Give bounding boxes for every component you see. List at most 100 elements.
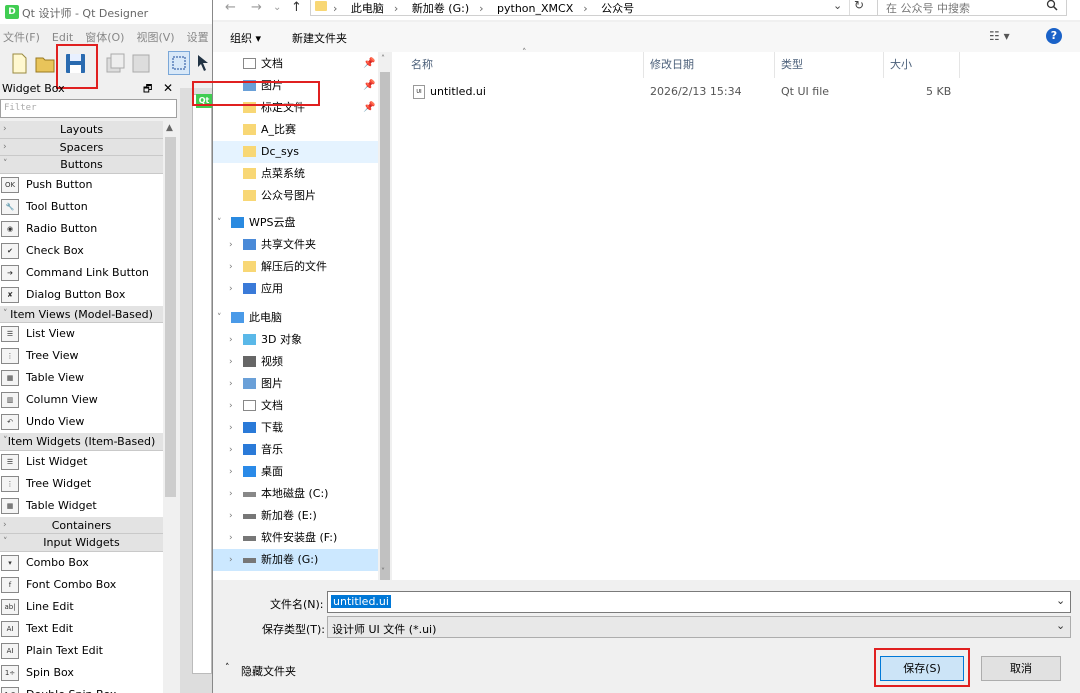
close-icon[interactable]: ✕ [163, 81, 173, 95]
widget-item[interactable]: ⋮ Tree View [0, 345, 163, 367]
widget-item[interactable]: ✔ Check Box [0, 240, 163, 262]
widget-item[interactable]: 1÷ Spin Box [0, 662, 163, 684]
widget-category[interactable]: › Layouts [0, 121, 163, 139]
recent-dropdown-icon[interactable]: ⌄ [273, 2, 281, 13]
menu-file[interactable]: 文件(F) [3, 29, 40, 45]
chevron-down-icon[interactable]: ⌄ [1056, 594, 1065, 607]
scroll-up-icon[interactable]: ▲ [166, 123, 173, 133]
search-icon[interactable] [1046, 0, 1058, 11]
chevron-right-icon[interactable]: › [229, 483, 233, 505]
chevron-right-icon[interactable]: › [229, 278, 233, 300]
widget-category[interactable]: › Spacers [0, 138, 163, 156]
widget-category[interactable]: ˅ Item Views (Model-Based) [0, 305, 163, 323]
widget-category[interactable]: ˅ Item Widgets (Item-Based) [0, 433, 163, 451]
nav-item[interactable]: › 本地磁盘 (C:) [213, 483, 378, 505]
widget-category[interactable]: ˅ Buttons [0, 156, 163, 174]
menu-form[interactable]: 窗体(O) [85, 29, 124, 45]
cancel-button[interactable]: 取消 [981, 656, 1061, 681]
form-window[interactable] [192, 94, 212, 674]
nav-item[interactable]: › 解压后的文件 [213, 256, 378, 278]
scroll-up-icon[interactable]: ˄ [381, 54, 385, 63]
nav-item[interactable]: A_比赛 [213, 119, 378, 141]
nav-item[interactable]: ˅ 此电脑 [213, 307, 378, 329]
widget-item[interactable]: ▾ Combo Box [0, 552, 163, 574]
widget-category[interactable]: › Containers [0, 516, 163, 534]
back-icon[interactable]: ← [225, 0, 236, 15]
paste-icon[interactable] [130, 51, 152, 75]
chevron-right-icon[interactable]: › [229, 527, 233, 549]
widget-category[interactable]: ˅ Input Widgets [0, 534, 163, 552]
widget-item[interactable]: f Font Combo Box [0, 574, 163, 596]
nav-item[interactable]: › 新加卷 (E:) [213, 505, 378, 527]
view-options-icon[interactable]: ☷ ▾ [989, 29, 1010, 43]
widget-item[interactable]: ◉ Radio Button [0, 218, 163, 240]
widget-item[interactable]: OK Push Button [0, 174, 163, 196]
chevron-right-icon[interactable]: › [229, 461, 233, 483]
nav-item[interactable]: Dc_sys [213, 141, 378, 163]
edit-widgets-icon[interactable] [168, 51, 190, 75]
widget-item[interactable]: AI Plain Text Edit [0, 640, 163, 662]
filename-input[interactable]: untitled.ui ⌄ [327, 591, 1071, 613]
nav-item[interactable]: › 音乐 [213, 439, 378, 461]
pin-icon[interactable]: 📌 [363, 53, 375, 75]
nav-item[interactable]: › 软件安装盘 (F:) [213, 527, 378, 549]
forward-icon[interactable]: → [251, 0, 262, 15]
hide-folders-button[interactable]: 隐藏文件夹 [241, 663, 296, 679]
chevron-down-icon[interactable]: ˅ [217, 212, 222, 234]
nav-item[interactable]: › 图片 [213, 373, 378, 395]
pin-icon[interactable]: 📌 [363, 75, 375, 97]
chevron-right-icon[interactable]: › [229, 505, 233, 527]
float-icon[interactable]: 🗗 [143, 82, 152, 99]
nav-item[interactable]: › 应用 [213, 278, 378, 300]
copy-icon[interactable] [104, 51, 126, 75]
widget-item[interactable]: ☰ List View [0, 323, 163, 345]
nav-item[interactable]: 点菜系统 [213, 163, 378, 185]
widget-item[interactable]: 🔧 Tool Button [0, 196, 163, 218]
widget-item[interactable]: 1.2 Double Spin Box [0, 684, 163, 693]
scrollbar-thumb[interactable] [165, 137, 176, 497]
nav-item[interactable]: › 视频 [213, 351, 378, 373]
nav-item[interactable]: 文档 📌 [213, 53, 378, 75]
nav-item[interactable]: › 桌面 [213, 461, 378, 483]
organize-button[interactable]: 组织 ▾ [230, 30, 261, 46]
widget-item[interactable]: ab| Line Edit [0, 596, 163, 618]
widget-item[interactable]: ↶ Undo View [0, 411, 163, 433]
chevron-right-icon[interactable]: › [229, 351, 233, 373]
nav-item[interactable]: › 文档 [213, 395, 378, 417]
menu-view[interactable]: 视图(V) [136, 29, 174, 45]
refresh-icon[interactable]: ↻ [854, 0, 864, 12]
widget-item[interactable]: ☰ List Widget [0, 451, 163, 473]
nav-item[interactable]: › 新加卷 (G:) [213, 549, 378, 571]
menu-settings[interactable]: 设置 [187, 29, 209, 45]
widget-item[interactable]: ▦ Table Widget [0, 495, 163, 517]
search-box[interactable]: 在 公众号 中搜索 [877, 0, 1067, 16]
up-icon[interactable]: ↑ [291, 0, 302, 15]
breadcrumb-item[interactable]: 新加卷 (G:) [412, 2, 469, 15]
nav-item[interactable]: 公众号图片 [213, 185, 378, 207]
widget-item[interactable]: ✘ Dialog Button Box [0, 284, 163, 306]
filetype-select[interactable]: 设计师 UI 文件 (*.ui) ⌄ [327, 616, 1071, 638]
nav-item[interactable]: › 下载 [213, 417, 378, 439]
chevron-right-icon[interactable]: › [229, 417, 233, 439]
chevron-down-icon[interactable]: ⌄ [1056, 619, 1065, 632]
address-bar[interactable]: › 此电脑 › 新加卷 (G:) › python_XMCX › 公众号 ⌄ ↻ [310, 0, 950, 16]
new-folder-button[interactable]: 新建文件夹 [292, 30, 347, 46]
pin-icon[interactable]: 📌 [363, 97, 375, 119]
widget-item[interactable]: ➔ Command Link Button [0, 262, 163, 284]
nav-scrollbar[interactable]: ˄ ˅ [378, 52, 392, 592]
file-name[interactable]: untitled.ui [430, 85, 486, 98]
widget-item[interactable]: ⋮ Tree Widget [0, 473, 163, 495]
chevron-up-icon[interactable]: ˄ [225, 663, 230, 673]
chevron-right-icon[interactable]: › [229, 373, 233, 395]
open-folder-icon[interactable] [34, 51, 56, 75]
address-dropdown-icon[interactable]: ⌄ [833, 0, 842, 12]
widget-item[interactable]: ▥ Column View [0, 389, 163, 411]
scrollbar-thumb[interactable] [380, 72, 390, 592]
nav-item[interactable]: › 共享文件夹 [213, 234, 378, 256]
breadcrumb-item[interactable]: 公众号 [601, 2, 634, 15]
chevron-right-icon[interactable]: › [229, 439, 233, 461]
menu-edit[interactable]: Edit [52, 31, 73, 44]
file-row[interactable]: UI untitled.ui 2026/2/13 15:34 Qt UI fil… [392, 52, 1080, 112]
breadcrumb-item[interactable]: python_XMCX [497, 2, 573, 15]
chevron-right-icon[interactable]: › [229, 329, 233, 351]
